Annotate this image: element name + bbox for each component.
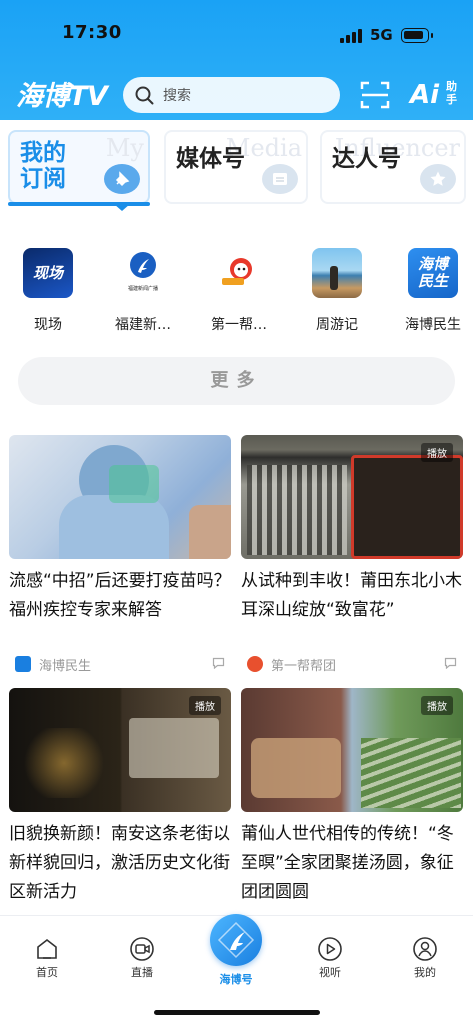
app-header: 17:30 5G 海博TV Ai 助手 — [0, 0, 473, 120]
news-icon — [262, 164, 298, 194]
channel-avatar-text: 海博民生 — [417, 255, 448, 290]
tab-my-subscriptions[interactable]: My 我的订阅 — [8, 130, 150, 204]
channel-name: 周游记 — [316, 317, 358, 333]
channel-avatar: 海博民生 — [408, 248, 458, 298]
home-icon — [37, 938, 57, 959]
nav-label: 视听 — [319, 966, 341, 979]
comment-icon[interactable] — [212, 657, 225, 669]
more-button[interactable]: 更多 — [18, 357, 455, 405]
subscription-tabs: My 我的订阅 Media 媒体号 Influencer 达人号 — [0, 120, 473, 216]
haibo-icon[interactable] — [210, 914, 262, 966]
article-card[interactable]: 流感“中招”后还要打疫苗吗？福州疾控专家来解答 海博民生 — [9, 435, 231, 674]
article-source: 海博民生 — [39, 659, 92, 674]
star-icon — [420, 164, 456, 194]
app-logo: 海博TV — [16, 81, 108, 112]
channel-name: 现场 — [34, 317, 62, 333]
play-icon — [318, 937, 342, 961]
channel-item[interactable]: 现场 现场 — [7, 248, 89, 334]
live-icon — [130, 937, 154, 961]
channel-avatar-text: 现场 — [32, 264, 63, 282]
channel-avatar — [214, 248, 264, 298]
ai-assistant-label: 助手 — [446, 80, 457, 106]
article-thumbnail — [9, 435, 231, 559]
home-indicator — [154, 1010, 320, 1015]
search-icon — [135, 86, 154, 105]
subscribed-channels: 现场 现场 福建新闻广播 福建新… 第一帮… 周游记 海博民生 海博民生 — [0, 240, 473, 340]
tab-label: 媒体号 — [176, 146, 245, 172]
nav-live[interactable]: 直播 — [112, 936, 172, 980]
battery-icon — [401, 28, 433, 43]
nav-label: 我的 — [414, 966, 436, 979]
nav-watch[interactable]: 视听 — [300, 936, 360, 980]
article-thumbnail: 播放 — [241, 435, 463, 559]
comment-icon[interactable] — [444, 657, 457, 669]
nav-label: 海博号 — [219, 973, 253, 986]
channel-name: 福建新… — [115, 317, 171, 333]
ai-icon: Ai — [410, 80, 440, 110]
article-title: 流感“中招”后还要打疫苗吗？福州疾控专家来解答 — [9, 571, 231, 620]
mascot-icon — [222, 258, 252, 285]
network-type: 5G — [370, 26, 393, 44]
article-title: 从试种到丰收！莆田东北小木耳深山绽放“致富花” — [241, 571, 462, 620]
search-bar[interactable] — [123, 77, 340, 113]
nav-profile[interactable]: 我的 — [395, 936, 455, 980]
video-play-badge: 播放 — [189, 696, 221, 715]
channel-item[interactable]: 海博民生 海博民生 — [392, 248, 473, 334]
search-input[interactable] — [161, 83, 330, 109]
video-play-badge: 播放 — [421, 443, 453, 462]
tab-label: 达人号 — [332, 146, 401, 172]
status-time: 17:30 — [62, 22, 122, 43]
article-meta: 海博民生 — [15, 655, 225, 675]
tab-label: 我的订阅 — [20, 140, 66, 192]
channel-item[interactable]: 福建新闻广播 福建新… — [102, 248, 184, 334]
article-thumbnail: 播放 — [241, 688, 463, 812]
channel-avatar — [312, 248, 362, 298]
channel-avatar: 现场 — [23, 248, 73, 298]
nav-haibo[interactable]: 海博号 — [206, 971, 266, 987]
nav-home[interactable]: 首页 — [17, 936, 77, 980]
profile-icon — [413, 937, 437, 961]
source-icon — [15, 656, 31, 672]
article-title: 旧貌换新颜！南安这条老街以新样貌回归，激活历史文化街区新活力 — [9, 824, 230, 902]
fujian-radio-logo — [130, 252, 156, 278]
video-play-badge: 播放 — [421, 696, 453, 715]
tab-ghost-text: My — [105, 134, 144, 162]
channel-name: 第一帮… — [211, 317, 267, 333]
source-icon — [247, 656, 263, 672]
pin-icon — [104, 164, 140, 194]
status-bar: 17:30 5G — [0, 18, 473, 54]
article-thumbnail: 播放 — [9, 688, 231, 812]
bottom-navigation: 首页 直播 海博号 视听 我的 — [0, 914, 473, 1025]
scan-icon[interactable] — [360, 80, 390, 110]
channel-avatar-text: 福建新闻广播 — [127, 286, 158, 292]
nav-label: 首页 — [36, 966, 58, 979]
channel-item[interactable]: 周游记 — [296, 248, 378, 334]
signal-icon — [340, 29, 362, 43]
article-card[interactable]: 播放 从试种到丰收！莆田东北小木耳深山绽放“致富花” 第一帮帮团 — [241, 435, 463, 674]
article-card[interactable]: 播放 莆仙人世代相传的传统！“冬至暝”全家团聚搓汤圆，象征团团圆圆 — [241, 688, 463, 907]
tab-media[interactable]: Media 媒体号 — [164, 130, 308, 204]
channel-avatar: 福建新闻广播 — [118, 248, 168, 298]
channel-item[interactable]: 第一帮… — [198, 248, 280, 334]
article-card[interactable]: 播放 旧貌换新颜！南安这条老街以新样貌回归，激活历史文化街区新活力 — [9, 688, 231, 907]
article-title: 莆仙人世代相传的传统！“冬至暝”全家团聚搓汤圆，象征团团圆圆 — [241, 824, 454, 902]
active-tab-pointer — [114, 204, 130, 211]
tab-influencer[interactable]: Influencer 达人号 — [320, 130, 466, 204]
article-source: 第一帮帮团 — [271, 659, 337, 674]
ai-assistant-button[interactable]: Ai 助手 — [410, 80, 457, 110]
channel-name: 海博民生 — [405, 317, 461, 333]
nav-label: 直播 — [131, 966, 153, 979]
article-meta: 第一帮帮团 — [247, 655, 457, 675]
